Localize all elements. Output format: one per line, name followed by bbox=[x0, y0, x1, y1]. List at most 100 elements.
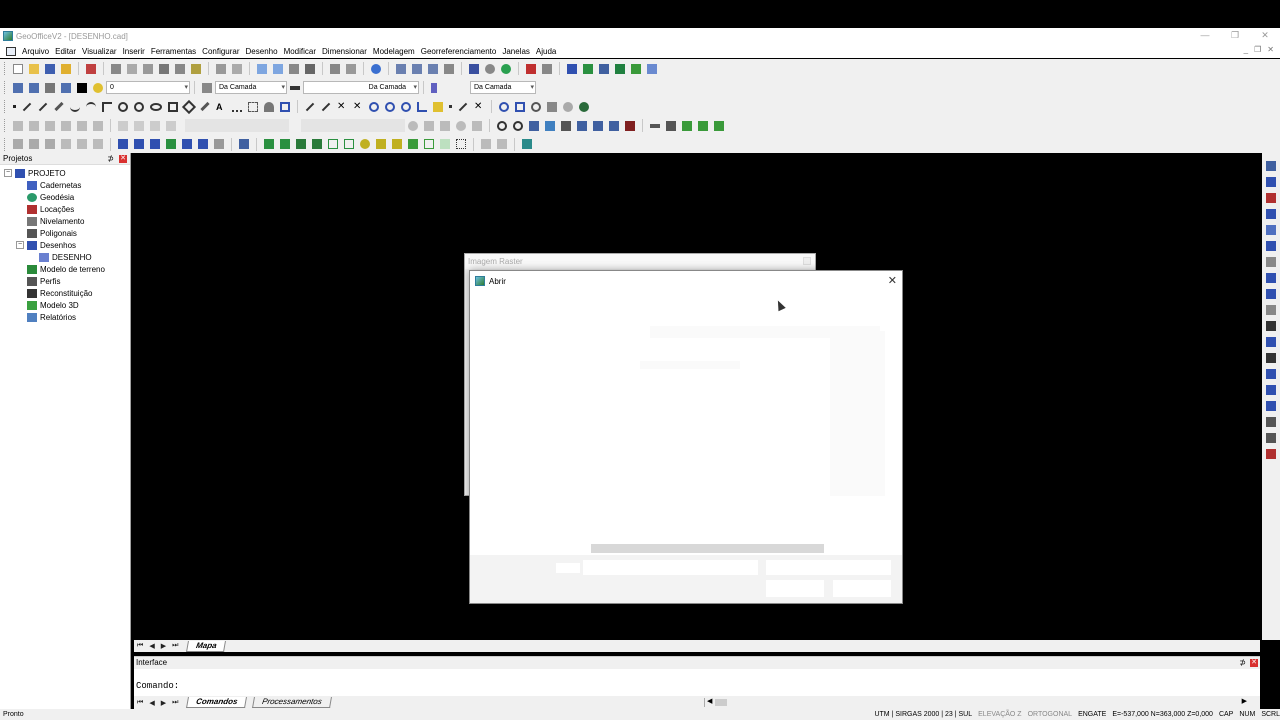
layer-green-2-icon[interactable] bbox=[698, 120, 708, 131]
filetype-select[interactable] bbox=[766, 560, 891, 575]
measure-icon[interactable] bbox=[561, 120, 571, 131]
tab-processamentos[interactable]: Processamentos bbox=[251, 697, 332, 708]
menu-visualizar[interactable]: Visualizar bbox=[82, 47, 117, 56]
open-folder-icon[interactable] bbox=[29, 63, 39, 74]
zoom-all-icon[interactable] bbox=[579, 101, 589, 112]
cancel-button[interactable] bbox=[833, 580, 891, 597]
snap-midpoint-icon[interactable] bbox=[321, 102, 331, 111]
snap-tangent-icon[interactable] bbox=[401, 101, 411, 112]
cancel-tool-icon[interactable] bbox=[214, 139, 224, 149]
layer-state-icon[interactable] bbox=[412, 63, 422, 74]
horizontal-scrollbar[interactable]: ◀ ▶ bbox=[704, 698, 1249, 707]
layer-color-swatch[interactable] bbox=[77, 82, 87, 93]
first-tab-button[interactable]: ⏮ bbox=[137, 642, 143, 650]
ellipse-icon[interactable] bbox=[150, 102, 162, 111]
pencil-icon[interactable] bbox=[1266, 449, 1276, 459]
menu-desenho[interactable]: Desenho bbox=[246, 47, 278, 56]
filename-input[interactable] bbox=[583, 560, 758, 575]
shp-icon[interactable] bbox=[296, 139, 306, 149]
close-button[interactable]: ✕ bbox=[1250, 28, 1280, 44]
disabled-tool-icon[interactable] bbox=[13, 139, 23, 149]
tree-node[interactable]: Relatórios bbox=[0, 311, 130, 323]
import-down-2-icon[interactable] bbox=[280, 139, 290, 149]
color-select[interactable]: Da Camada bbox=[215, 81, 287, 94]
toolbar-grip[interactable] bbox=[4, 119, 7, 132]
stretch-icon[interactable] bbox=[1266, 321, 1276, 331]
disabled-tool-icon[interactable] bbox=[118, 120, 128, 131]
menu-janelas[interactable]: Janelas bbox=[502, 47, 530, 56]
pin-icon[interactable]: ⊅ bbox=[1239, 657, 1246, 669]
tree-node[interactable]: Reconstituição bbox=[0, 287, 130, 299]
trim-icon[interactable] bbox=[1266, 337, 1276, 347]
home-icon[interactable] bbox=[86, 63, 96, 74]
raster-icon[interactable] bbox=[545, 120, 555, 131]
list-format-icon[interactable] bbox=[93, 120, 103, 131]
pin-icon[interactable]: ⊅ bbox=[107, 153, 114, 165]
raster-close-button[interactable] bbox=[803, 257, 811, 265]
list-outdent-icon[interactable] bbox=[29, 120, 39, 131]
image-icon[interactable] bbox=[529, 120, 539, 131]
columns-icon[interactable] bbox=[428, 63, 438, 74]
doc-close-button[interactable]: ✕ bbox=[1267, 45, 1274, 54]
last-tab-button[interactable]: ⏭ bbox=[172, 642, 178, 650]
close-icon[interactable]: ✕ bbox=[888, 274, 897, 287]
move-icon[interactable] bbox=[1266, 273, 1276, 283]
disabled-tool-icon[interactable] bbox=[408, 120, 418, 131]
route-icon[interactable] bbox=[522, 139, 532, 149]
corner-icon[interactable] bbox=[102, 101, 112, 112]
menu-dimensionar[interactable]: Dimensionar bbox=[322, 47, 367, 56]
copy-object-icon[interactable] bbox=[1266, 241, 1276, 251]
tree-node[interactable]: Poligonais bbox=[0, 227, 130, 239]
open-project-icon[interactable] bbox=[61, 63, 71, 74]
redo-icon[interactable] bbox=[232, 63, 242, 74]
menu-modelagem[interactable]: Modelagem bbox=[373, 47, 415, 56]
mirror-icon[interactable] bbox=[1266, 209, 1276, 219]
export-icon[interactable] bbox=[166, 139, 176, 149]
layer-manager-icon[interactable] bbox=[13, 82, 23, 93]
tree-node[interactable]: Perfis bbox=[0, 275, 130, 287]
disabled-tool-icon[interactable] bbox=[456, 120, 466, 131]
freehand-icon[interactable] bbox=[200, 101, 210, 112]
terrain-tool-icon[interactable] bbox=[583, 63, 593, 74]
tree-node[interactable]: Nivelamento bbox=[0, 215, 130, 227]
menu-arquivo[interactable]: Arquivo bbox=[22, 47, 49, 56]
elevation-toggle[interactable]: ELEVAÇÃO Z bbox=[978, 709, 1021, 720]
scroll-right-arrow[interactable]: ▶ bbox=[1242, 697, 1247, 705]
rotate-icon[interactable] bbox=[1266, 289, 1276, 299]
restore-button[interactable]: ❐ bbox=[1220, 28, 1250, 44]
surface-icon[interactable] bbox=[440, 139, 450, 149]
break-icon[interactable] bbox=[1266, 369, 1276, 379]
chart-tool-icon[interactable] bbox=[599, 63, 609, 74]
menu-configurar[interactable]: Configurar bbox=[202, 47, 239, 56]
polyline-icon[interactable] bbox=[38, 102, 48, 111]
properties-icon[interactable] bbox=[1266, 161, 1276, 171]
circle-icon[interactable] bbox=[118, 101, 128, 112]
disabled-tool-icon[interactable] bbox=[166, 120, 176, 131]
disabled-tool-icon[interactable] bbox=[424, 120, 434, 131]
layer-green-icon[interactable] bbox=[682, 120, 692, 131]
menu-editar[interactable]: Editar bbox=[55, 47, 76, 56]
list-number-icon[interactable] bbox=[77, 120, 87, 131]
next-tab-button[interactable]: ▶ bbox=[161, 699, 166, 707]
arrow-down-icon[interactable] bbox=[392, 139, 402, 149]
list-sort-icon[interactable] bbox=[61, 120, 71, 131]
tools-icon[interactable] bbox=[542, 63, 552, 74]
earth-icon[interactable] bbox=[501, 63, 511, 74]
toolbar-grip[interactable] bbox=[4, 137, 7, 151]
fillet-icon[interactable] bbox=[1266, 417, 1276, 427]
snap-nearest-icon[interactable] bbox=[458, 102, 468, 111]
text-icon[interactable]: A bbox=[216, 102, 226, 112]
disabled-tool-icon[interactable] bbox=[440, 120, 450, 131]
cloud-icon[interactable] bbox=[264, 101, 274, 112]
layer-previous-icon[interactable] bbox=[29, 82, 39, 93]
scale-icon[interactable] bbox=[1266, 305, 1276, 315]
layer-green-3-icon[interactable] bbox=[714, 120, 724, 131]
layer-select[interactable]: 0 bbox=[106, 81, 190, 94]
circle-3p-icon[interactable] bbox=[134, 101, 144, 112]
disabled-combo[interactable] bbox=[301, 119, 405, 132]
spline-icon[interactable] bbox=[70, 102, 80, 112]
tree-node[interactable]: DESENHO bbox=[0, 251, 130, 263]
extend-icon[interactable] bbox=[1266, 353, 1276, 363]
disabled-tool-icon[interactable] bbox=[150, 120, 160, 131]
command-line[interactable]: Comando: bbox=[134, 669, 1260, 691]
